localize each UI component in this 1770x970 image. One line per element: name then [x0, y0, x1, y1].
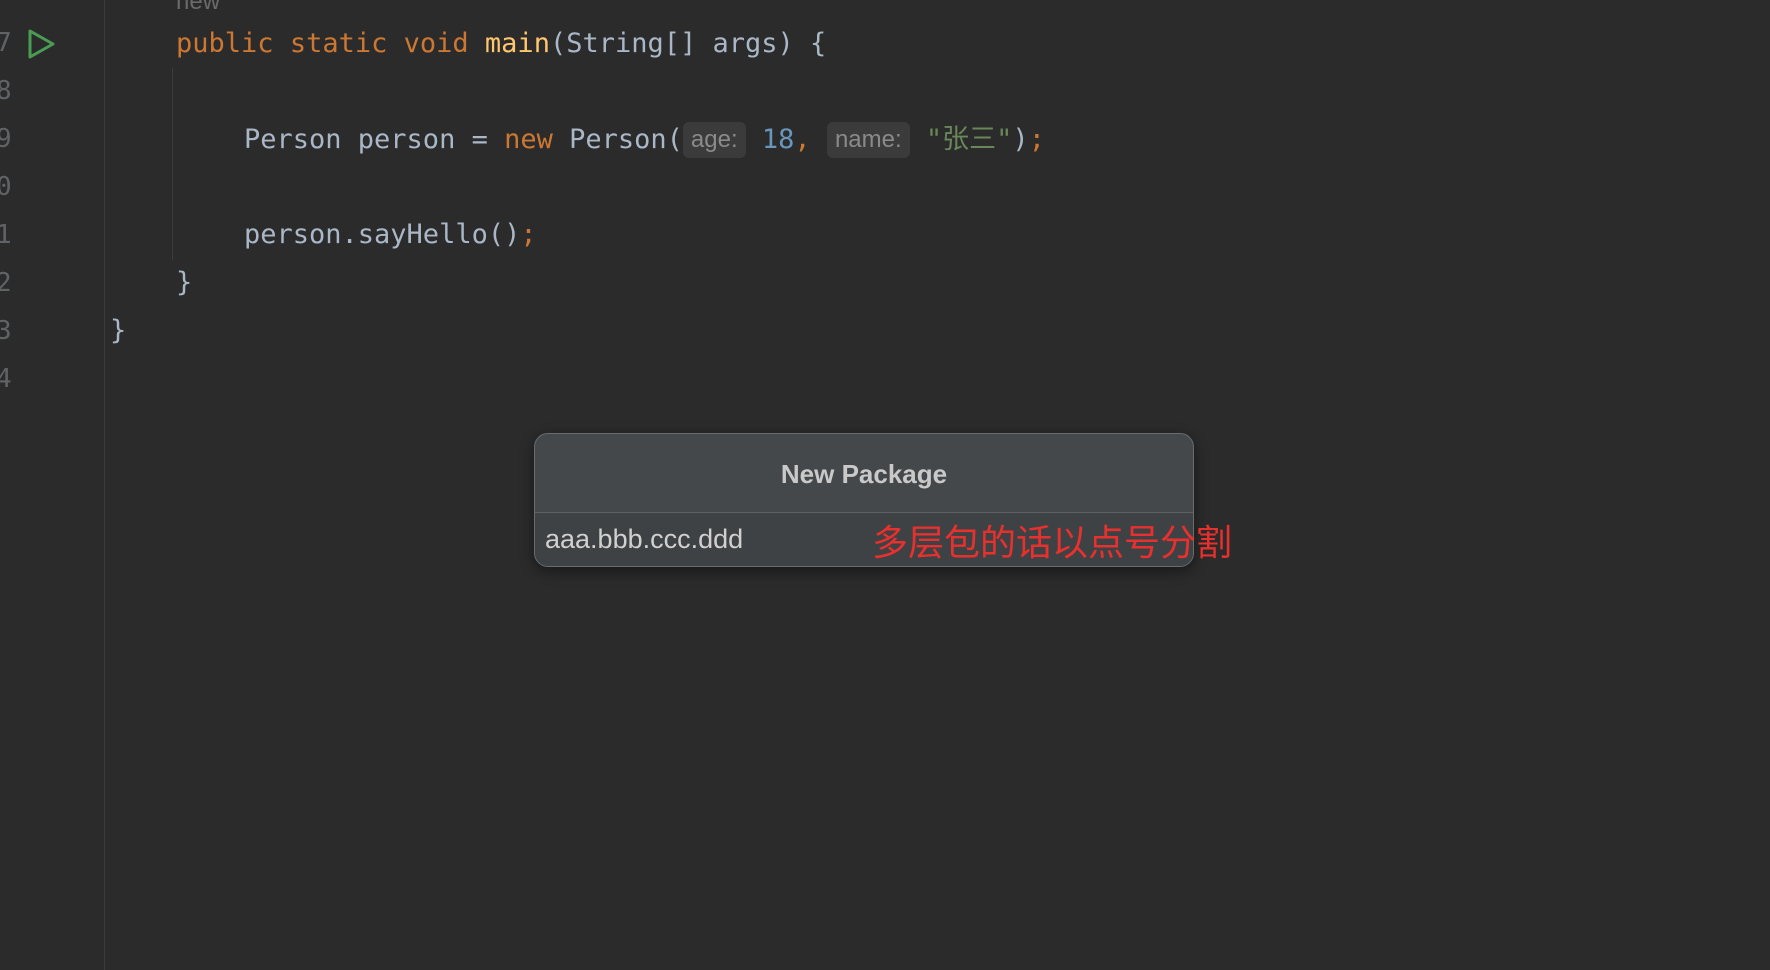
- keyword-void: void: [403, 28, 469, 59]
- param-hint-name: name:: [826, 122, 910, 158]
- code-line-9[interactable]: Person person = new Person(age: 18, name…: [244, 122, 1045, 158]
- line-number: 4: [0, 364, 12, 394]
- line-number: 3: [0, 316, 12, 346]
- semicolon: ;: [1028, 124, 1045, 155]
- comma: ,: [794, 124, 827, 155]
- constructor-call: Person(: [552, 124, 683, 155]
- semicolon: ;: [520, 219, 537, 250]
- closing-brace-class[interactable]: }: [110, 314, 126, 348]
- line-number: 2: [0, 268, 12, 298]
- line-number: 9: [0, 124, 12, 154]
- code-line-11[interactable]: person.sayHello();: [244, 218, 537, 252]
- param-hint-age: age:: [682, 122, 746, 158]
- indent-guide: [172, 68, 173, 260]
- name-value: "张三": [925, 124, 1013, 155]
- code-line-7[interactable]: public static void main(String[] args) {: [176, 27, 826, 61]
- closing-brace-method[interactable]: }: [176, 266, 192, 300]
- keyword-new: new: [504, 124, 553, 155]
- keyword-public: public: [176, 28, 274, 59]
- line-number: 7: [0, 28, 12, 58]
- faded-hint: new: [176, 0, 221, 15]
- editor-gutter: 7 8 9 0 1 2 3 4: [0, 0, 105, 970]
- variable-declaration: Person person =: [244, 124, 505, 155]
- annotation-text: 多层包的话以点号分割: [872, 523, 1233, 564]
- method-signature: (String[] args) {: [549, 28, 827, 59]
- run-icon[interactable]: [26, 28, 56, 60]
- age-value: 18: [761, 124, 795, 155]
- method-name: main: [484, 28, 550, 59]
- line-number: 0: [0, 172, 12, 202]
- line-number: 1: [0, 220, 12, 250]
- close-paren: ): [1012, 124, 1029, 155]
- keyword-static: static: [289, 28, 388, 59]
- dialog-title: New Package: [535, 434, 1193, 513]
- line-number: 8: [0, 76, 12, 106]
- method-call: person.sayHello(): [244, 219, 521, 250]
